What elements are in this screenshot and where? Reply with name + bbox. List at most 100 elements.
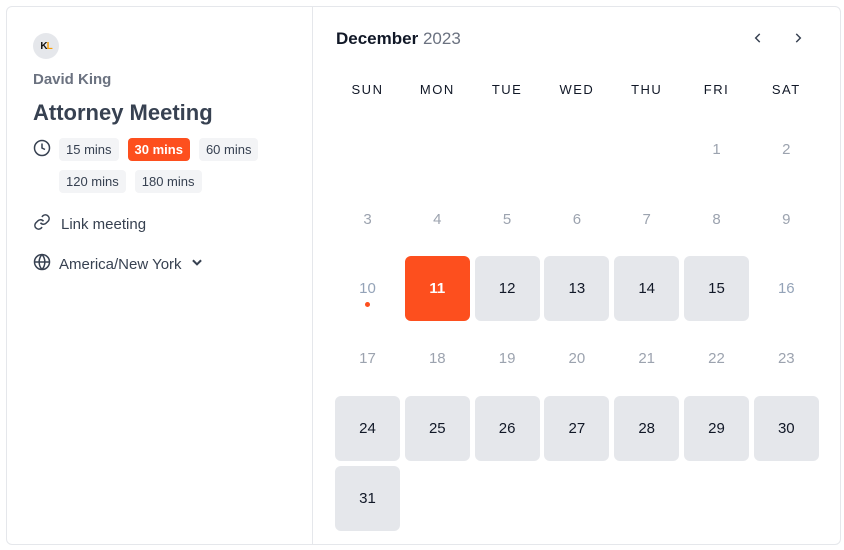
empty-cell	[335, 117, 400, 182]
day-cell: 21	[614, 326, 679, 391]
day-number: 15	[708, 280, 725, 298]
day-cell[interactable]: 12	[474, 256, 540, 322]
day-cell[interactable]: 31	[335, 465, 400, 531]
day-number: 7	[642, 210, 651, 228]
duration-chip[interactable]: 180 mins	[134, 170, 202, 193]
year-label: 2023	[422, 29, 461, 48]
day-number: 30	[777, 419, 795, 437]
day-number: 17	[359, 350, 376, 368]
day-cell: 5	[475, 187, 540, 252]
day-number: 13	[568, 280, 586, 298]
location-label: Link meeting	[61, 215, 147, 233]
day-number: 24	[359, 419, 376, 437]
weekday-header: MON	[419, 82, 455, 97]
day-cell: 4	[405, 187, 470, 252]
calendar-panel: December 2023 SUN MON TUE WED THU FRI SAT 1 2 3 4 5…	[313, 7, 840, 544]
day-number: 14	[638, 280, 656, 298]
weekday-header: SAT	[771, 82, 801, 97]
day-cell: 18	[405, 326, 470, 391]
empty-cell	[405, 117, 470, 182]
day-cell[interactable]: 11	[404, 256, 470, 322]
day-cell[interactable]: 26	[474, 395, 540, 461]
day-cell[interactable]: 29	[683, 395, 749, 461]
day-number: 9	[782, 210, 791, 228]
timezone-select[interactable]: America/New York	[33, 253, 312, 275]
location-row: Link meeting	[33, 213, 312, 235]
chevron-right-icon	[795, 33, 802, 43]
chevron-down-icon	[190, 255, 204, 273]
booking-card: KL David King Attorney Meeting 15 mins 30…	[6, 6, 841, 545]
day-number: 29	[708, 419, 725, 437]
company-logo: KL	[33, 33, 59, 59]
day-number: 2	[782, 140, 791, 158]
day-cell: 7	[614, 187, 679, 252]
weekday-header: SUN	[351, 82, 384, 97]
day-number: 21	[638, 350, 656, 368]
day-number: 8	[712, 210, 721, 228]
month-label: December	[336, 29, 419, 48]
event-title: Attorney Meeting	[33, 100, 213, 125]
duration-chip[interactable]: 15 mins	[59, 138, 119, 161]
day-number: 1	[712, 140, 721, 158]
day-number: 6	[572, 210, 582, 228]
owner-name: David King	[33, 71, 112, 88]
day-cell: 1	[684, 117, 749, 182]
next-month-button[interactable]	[791, 31, 805, 50]
day-cell: 10	[335, 256, 400, 321]
day-cell: 3	[335, 187, 400, 252]
calendar-grid: SUN MON TUE WED THU FRI SAT 1 2 3 4 5 6 7 8 9 10 11 12 13 14…	[335, 82, 819, 531]
duration-chip[interactable]: 120 mins	[59, 170, 126, 193]
day-number: 26	[498, 419, 516, 437]
today-indicator	[365, 302, 370, 308]
empty-cell	[544, 117, 609, 182]
day-cell: 8	[684, 187, 749, 252]
day-cell[interactable]: 15	[683, 256, 749, 322]
day-number: 12	[498, 280, 516, 298]
empty-cell	[475, 117, 540, 182]
day-cell[interactable]: 13	[544, 256, 610, 322]
weekday-header: WED	[559, 82, 595, 97]
weekday-header: FRI	[703, 82, 730, 97]
duration-selector: 15 mins 30 mins 60 mins 120 mins 180 mins	[33, 138, 312, 193]
weekday-header: THU	[631, 82, 663, 97]
day-number: 20	[568, 350, 586, 368]
day-number: 10	[359, 280, 376, 298]
timezone-value: America/New York	[59, 255, 182, 273]
globe-icon	[33, 253, 59, 275]
day-number: 19	[498, 350, 516, 368]
day-cell[interactable]: 25	[404, 395, 470, 461]
day-number: 4	[433, 210, 442, 228]
day-number: 23	[777, 350, 795, 368]
day-number: 28	[638, 419, 656, 437]
clock-icon	[33, 138, 59, 193]
day-cell: 22	[684, 326, 749, 391]
day-cell: 16	[754, 256, 819, 321]
day-cell[interactable]: 28	[614, 395, 680, 461]
empty-cell	[614, 117, 679, 182]
prev-month-button[interactable]	[751, 31, 765, 50]
day-cell: 17	[335, 326, 400, 391]
day-number: 22	[708, 350, 725, 368]
link-icon	[33, 213, 59, 235]
day-cell[interactable]: 27	[544, 395, 610, 461]
day-number: 31	[359, 489, 376, 507]
chevron-left-icon	[754, 33, 761, 43]
duration-chip[interactable]: 30 mins	[127, 138, 190, 161]
day-cell: 9	[754, 187, 819, 252]
day-number: 11	[429, 280, 446, 298]
duration-chip[interactable]: 60 mins	[198, 138, 259, 161]
day-cell: 19	[475, 326, 540, 391]
day-cell: 6	[544, 187, 609, 252]
day-number: 16	[777, 280, 795, 298]
day-cell: 20	[544, 326, 609, 391]
weekday-header: TUE	[491, 82, 523, 97]
day-cell: 2	[754, 117, 819, 182]
day-cell[interactable]: 14	[614, 256, 680, 322]
month-header: December 2023	[336, 29, 461, 49]
event-info-panel: KL David King Attorney Meeting 15 mins 30…	[7, 7, 313, 544]
day-cell[interactable]: 24	[335, 395, 400, 461]
day-number: 18	[428, 350, 446, 368]
day-number: 5	[502, 210, 512, 228]
day-cell[interactable]: 30	[753, 395, 819, 461]
day-cell: 23	[754, 326, 819, 391]
